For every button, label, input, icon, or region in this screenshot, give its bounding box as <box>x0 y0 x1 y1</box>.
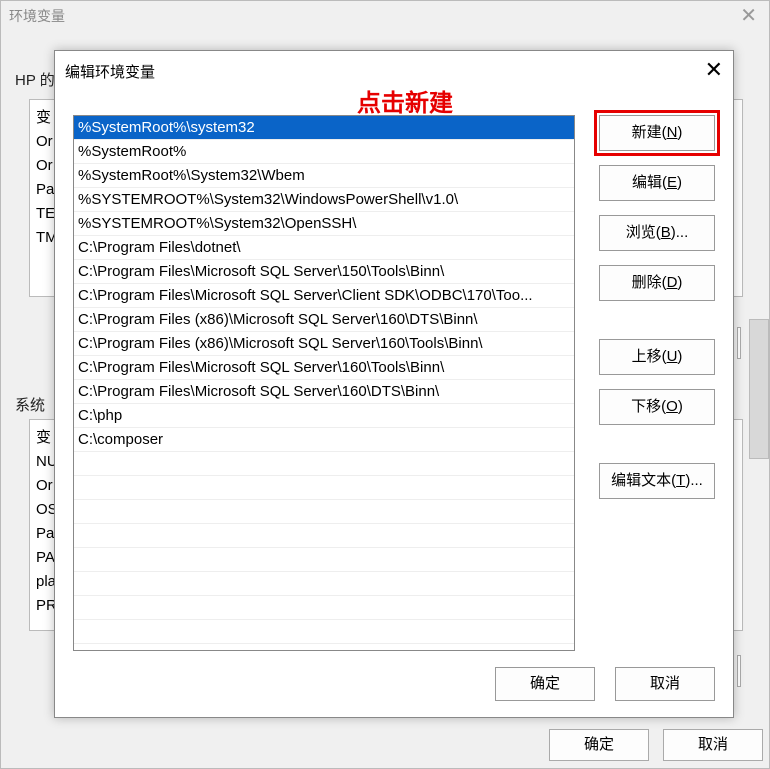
path-row[interactable]: %SystemRoot%\system32 <box>74 116 574 140</box>
path-row[interactable]: %SystemRoot% <box>74 140 574 164</box>
path-listbox[interactable]: %SystemRoot%\system32%SystemRoot%%System… <box>73 115 575 651</box>
path-row-empty[interactable] <box>74 524 574 548</box>
path-row[interactable]: C:\Program Files\Microsoft SQL Server\15… <box>74 260 574 284</box>
inner-title: 编辑环境变量 <box>65 61 155 82</box>
outer-btn-stub-1[interactable] <box>737 327 741 359</box>
new-button[interactable]: 新建(N) <box>599 115 715 151</box>
outer-scrollbar[interactable] <box>749 319 769 459</box>
button-column: 新建(N) 编辑(E) 浏览(B)... 删除(D) 上移(U) 下移(O) 编… <box>599 115 715 513</box>
browse-button[interactable]: 浏览(B)... <box>599 215 715 251</box>
path-row-empty[interactable] <box>74 548 574 572</box>
sys-vars-heading: 系统 <box>15 394 45 415</box>
inner-ok-button[interactable]: 确定 <box>495 667 595 701</box>
user-vars-heading: HP 的 <box>15 69 55 90</box>
path-row[interactable]: C:\Program Files\Microsoft SQL Server\Cl… <box>74 284 574 308</box>
path-row-empty[interactable] <box>74 500 574 524</box>
path-row[interactable]: C:\Program Files\Microsoft SQL Server\16… <box>74 356 574 380</box>
outer-cancel-button[interactable]: 取消 <box>663 729 763 761</box>
edit-button[interactable]: 编辑(E) <box>599 165 715 201</box>
move-down-button[interactable]: 下移(O) <box>599 389 715 425</box>
inner-cancel-button[interactable]: 取消 <box>615 667 715 701</box>
path-row-empty[interactable] <box>74 620 574 644</box>
path-row[interactable]: C:\Program Files (x86)\Microsoft SQL Ser… <box>74 308 574 332</box>
outer-btn-stub-2[interactable] <box>737 655 741 687</box>
annotation-label: 点击新建 <box>357 83 453 118</box>
outer-ok-button[interactable]: 确定 <box>549 729 649 761</box>
outer-title: 环境变量 <box>9 6 65 26</box>
path-row[interactable]: C:\Program Files\Microsoft SQL Server\16… <box>74 380 574 404</box>
move-up-button[interactable]: 上移(U) <box>599 339 715 375</box>
path-row-empty[interactable] <box>74 452 574 476</box>
path-row[interactable]: C:\Program Files (x86)\Microsoft SQL Ser… <box>74 332 574 356</box>
edit-text-button[interactable]: 编辑文本(T)... <box>599 463 715 499</box>
path-row-empty[interactable] <box>74 476 574 500</box>
path-row[interactable]: C:\php <box>74 404 574 428</box>
path-row[interactable]: %SYSTEMROOT%\System32\OpenSSH\ <box>74 212 574 236</box>
path-row[interactable]: %SystemRoot%\System32\Wbem <box>74 164 574 188</box>
path-row[interactable]: C:\Program Files\dotnet\ <box>74 236 574 260</box>
path-row-empty[interactable] <box>74 572 574 596</box>
outer-close-icon[interactable]: ✕ <box>740 3 757 28</box>
path-row[interactable]: %SYSTEMROOT%\System32\WindowsPowerShell\… <box>74 188 574 212</box>
path-row[interactable]: C:\composer <box>74 428 574 452</box>
edit-env-var-dialog: 编辑环境变量 ✕ 点击新建 %SystemRoot%\system32%Syst… <box>54 50 734 718</box>
delete-button[interactable]: 删除(D) <box>599 265 715 301</box>
path-row-empty[interactable] <box>74 596 574 620</box>
inner-close-icon[interactable]: ✕ <box>705 57 723 83</box>
